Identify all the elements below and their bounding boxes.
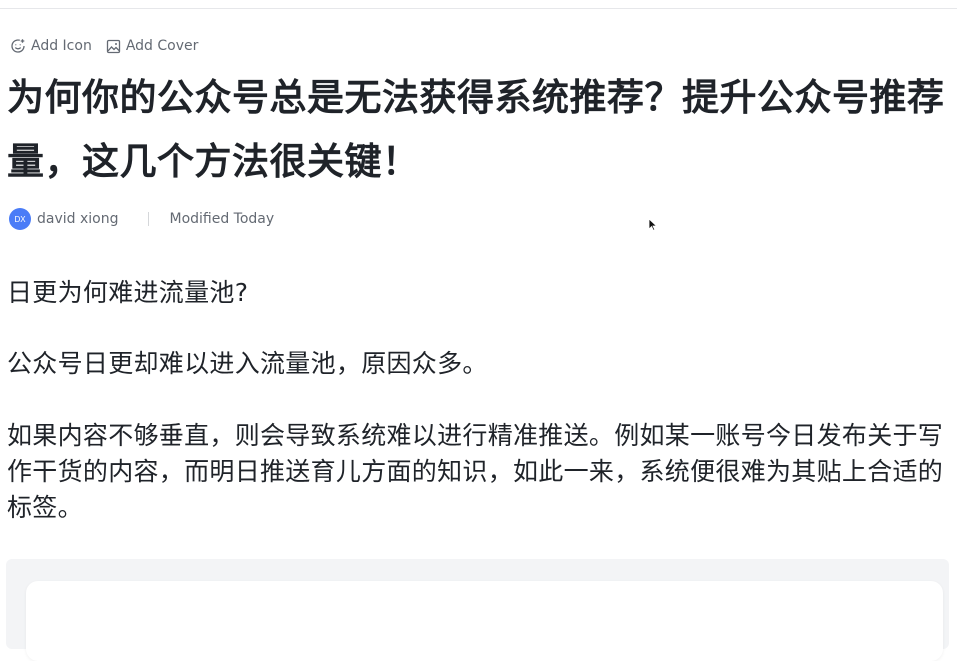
top-divider <box>0 8 957 9</box>
meta-divider <box>148 212 150 226</box>
section-heading[interactable]: 日更为何难进流量池? <box>7 275 949 311</box>
image-icon <box>106 39 121 54</box>
add-cover-label: Add Cover <box>125 38 199 54</box>
embedded-block <box>6 559 949 661</box>
add-icon-label: Add Icon <box>31 38 92 54</box>
avatar[interactable]: DX <box>9 208 31 230</box>
add-cover-button[interactable]: Add Cover <box>106 38 199 54</box>
add-icon-button[interactable]: Add Icon <box>10 38 92 54</box>
doc-actions: Add Icon Add Cover <box>10 38 198 54</box>
mouse-cursor-icon <box>648 216 658 235</box>
document-title[interactable]: 为何你的公众号总是无法获得系统推荐？提升公众号推荐量，这几个方法很关键！ <box>7 66 949 194</box>
author-name[interactable]: david xiong <box>37 211 118 227</box>
modified-status: Modified Today <box>169 211 275 227</box>
embedded-card[interactable] <box>26 581 943 661</box>
paragraph[interactable]: 公众号日更却难以进入流量池，原因众多。 <box>7 346 949 382</box>
document-meta: DX david xiong Modified Today <box>9 208 274 230</box>
paragraph[interactable]: 如果内容不够垂直，则会导致系统难以进行精准推送。例如某一账号今日发布关于写作干货… <box>7 418 949 526</box>
smiley-plus-icon <box>10 38 26 54</box>
